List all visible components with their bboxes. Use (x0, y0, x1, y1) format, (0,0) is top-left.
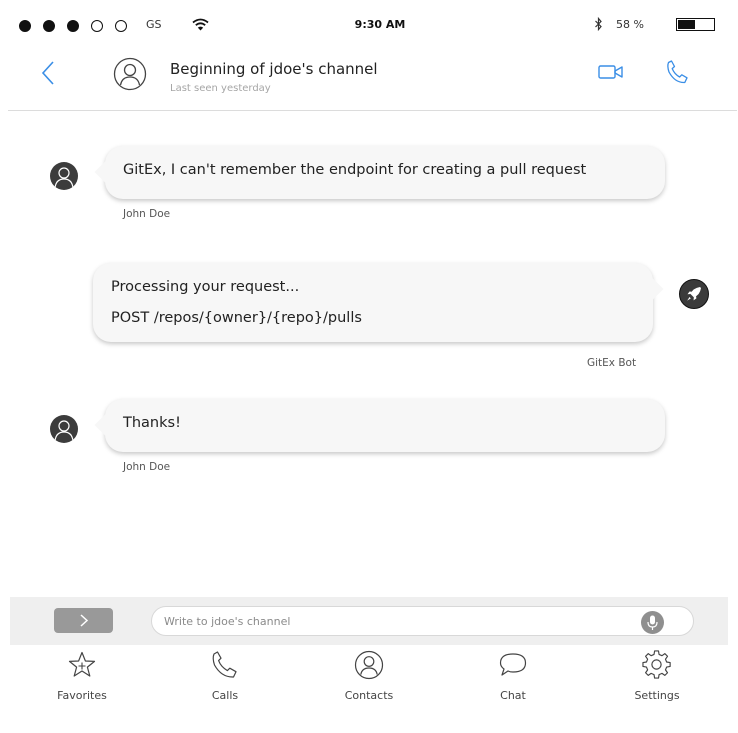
battery-level (678, 20, 695, 29)
tab-label: Calls (211, 689, 239, 702)
message-text: Thanks! (123, 415, 181, 431)
back-chevron-icon[interactable] (40, 60, 56, 90)
battery-icon (676, 18, 715, 31)
tab-label: Chat (500, 689, 526, 702)
star-icon (68, 651, 96, 677)
chat-bubble-icon (499, 653, 527, 676)
chat-header: Beginning of jdoe's channel Last seen ye… (8, 50, 737, 111)
message-text: POST /repos/{owner}/{repo}/pulls (111, 310, 362, 326)
contact-avatar-icon[interactable] (113, 57, 147, 95)
message-text: GitEx, I can't remember the endpoint for… (123, 162, 587, 178)
message-text: Processing your request... (111, 279, 300, 295)
message-composer: Write to jdoe's channel (10, 597, 728, 645)
tab-label: Settings (634, 689, 680, 702)
message-bubble: Thanks! (94, 399, 665, 452)
gear-icon (642, 650, 671, 679)
message-bubble: GitEx, I can't remember the endpoint for… (94, 146, 665, 199)
message-author: GitEx Bot (587, 357, 637, 369)
user-avatar-icon[interactable] (50, 415, 78, 443)
tab-label: Favorites (57, 689, 107, 702)
tab-calls[interactable]: Calls (175, 650, 275, 702)
phone-icon (212, 651, 237, 678)
bot-avatar-rocket-icon[interactable] (679, 279, 709, 309)
bluetooth-icon (594, 16, 603, 35)
last-seen-status: Last seen yesterday (170, 83, 271, 94)
battery-percent: 58 % (616, 18, 644, 31)
message-author: John Doe (123, 461, 171, 473)
tab-chat[interactable]: Chat (463, 650, 563, 702)
message-bubble: Processing your request... POST /repos/{… (93, 263, 664, 342)
user-avatar-icon[interactable] (50, 162, 78, 190)
chevron-right-icon (80, 614, 89, 627)
tab-bar: Favorites Calls Contacts Chat Settings (10, 645, 728, 733)
message-author: John Doe (123, 208, 171, 220)
tab-settings[interactable]: Settings (607, 650, 707, 702)
tab-label: Contacts (344, 689, 394, 702)
send-button[interactable] (54, 608, 113, 633)
video-call-icon[interactable] (598, 63, 624, 85)
channel-title: Beginning of jdoe's channel (170, 60, 378, 78)
contact-icon (354, 650, 384, 680)
tab-favorites[interactable]: Favorites (32, 650, 132, 702)
message-input[interactable]: Write to jdoe's channel (151, 606, 694, 636)
tab-contacts[interactable]: Contacts (319, 650, 419, 702)
phone-call-icon[interactable] (665, 59, 689, 89)
message-input-placeholder: Write to jdoe's channel (164, 615, 291, 628)
microphone-icon[interactable] (641, 611, 664, 634)
status-bar: GS 9:30 AM 58 % (0, 0, 738, 50)
